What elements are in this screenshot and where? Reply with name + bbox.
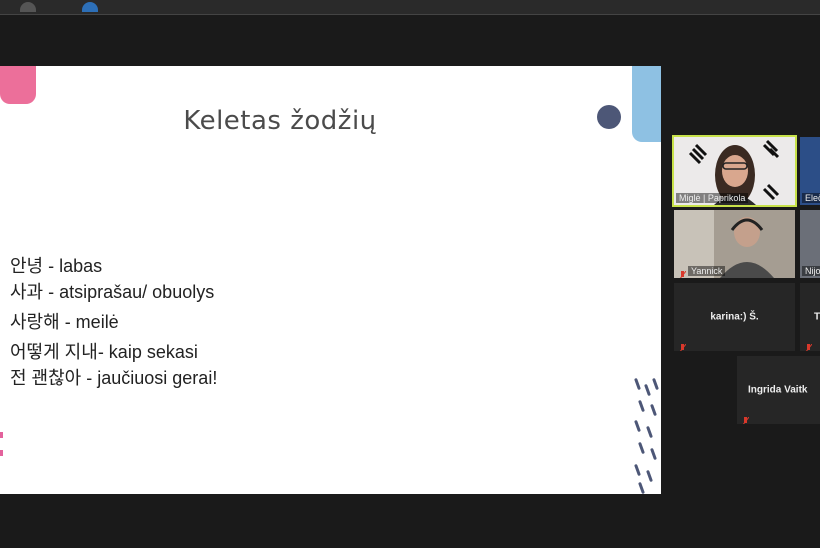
shared-slide: Keletas žodžių 안녕 - labas 사과 - atsipraša… (0, 66, 661, 494)
blue-shape-decoration (632, 66, 661, 142)
lithuanian-translation: - kaip sekasi (97, 342, 198, 362)
word-row: 사과 - atsiprašau/ obuolys (10, 278, 214, 304)
app-icon[interactable] (20, 2, 36, 12)
participant-tile[interactable]: Nijolė (800, 210, 820, 278)
participant-gallery: Miglė | Paprikola Elečk Yannick Nijolė k… (661, 66, 820, 494)
participant-name: karina:) Š. (710, 311, 759, 323)
pink-shape-decoration (0, 66, 36, 104)
lithuanian-translation: - jaučiuosi gerai! (81, 368, 218, 388)
participant-name: Miglė | Paprikola (676, 193, 749, 203)
slide-title: Keletas žodžių (183, 106, 377, 136)
participant-tile[interactable]: Ingrida Vaitk (737, 356, 820, 424)
circle-decoration (597, 105, 621, 129)
muted-mic-icon (679, 338, 687, 351)
participant-name: Nijolė (802, 266, 820, 276)
korean-word: 사과 (10, 282, 44, 302)
top-bar (0, 0, 820, 15)
word-row: 사랑해 - meilė (10, 308, 119, 334)
korean-word: 안녕 (10, 256, 44, 276)
word-row: 안녕 - labas (10, 252, 102, 278)
participant-tile[interactable]: Miglė | Paprikola (672, 135, 797, 207)
muted-mic-icon (805, 338, 813, 351)
lithuanian-translation: - atsiprašau/ obuolys (43, 282, 215, 302)
word-row: 어떻게 지내- kaip sekasi (10, 338, 198, 364)
korean-word: 사랑해 (10, 312, 60, 332)
word-row: 전 괜찮아 - jaučiuosi gerai! (10, 364, 217, 390)
participant-tile[interactable]: karina:) Š. (674, 283, 795, 351)
bottom-bar (0, 494, 820, 548)
pink-mark-decoration (0, 450, 3, 456)
participant-name: Elečk (802, 193, 820, 203)
participant-tile[interactable]: T (800, 283, 820, 351)
participant-name: T (814, 311, 820, 323)
korean-word: 전 괜찮아 (10, 368, 82, 388)
pink-mark-decoration (0, 432, 3, 438)
shield-icon[interactable] (82, 2, 98, 12)
korean-word: 어떻게 지내 (10, 342, 98, 362)
lithuanian-translation: - labas (43, 256, 103, 276)
participant-name: Yannick (688, 266, 726, 276)
muted-mic-icon (742, 411, 750, 424)
participant-tile[interactable]: Elečk (800, 137, 820, 205)
lithuanian-translation: - meilė (59, 312, 119, 332)
muted-mic-icon (679, 265, 687, 278)
participant-name: Ingrida Vaitk (748, 384, 808, 396)
participant-tile[interactable]: Yannick (674, 210, 795, 278)
